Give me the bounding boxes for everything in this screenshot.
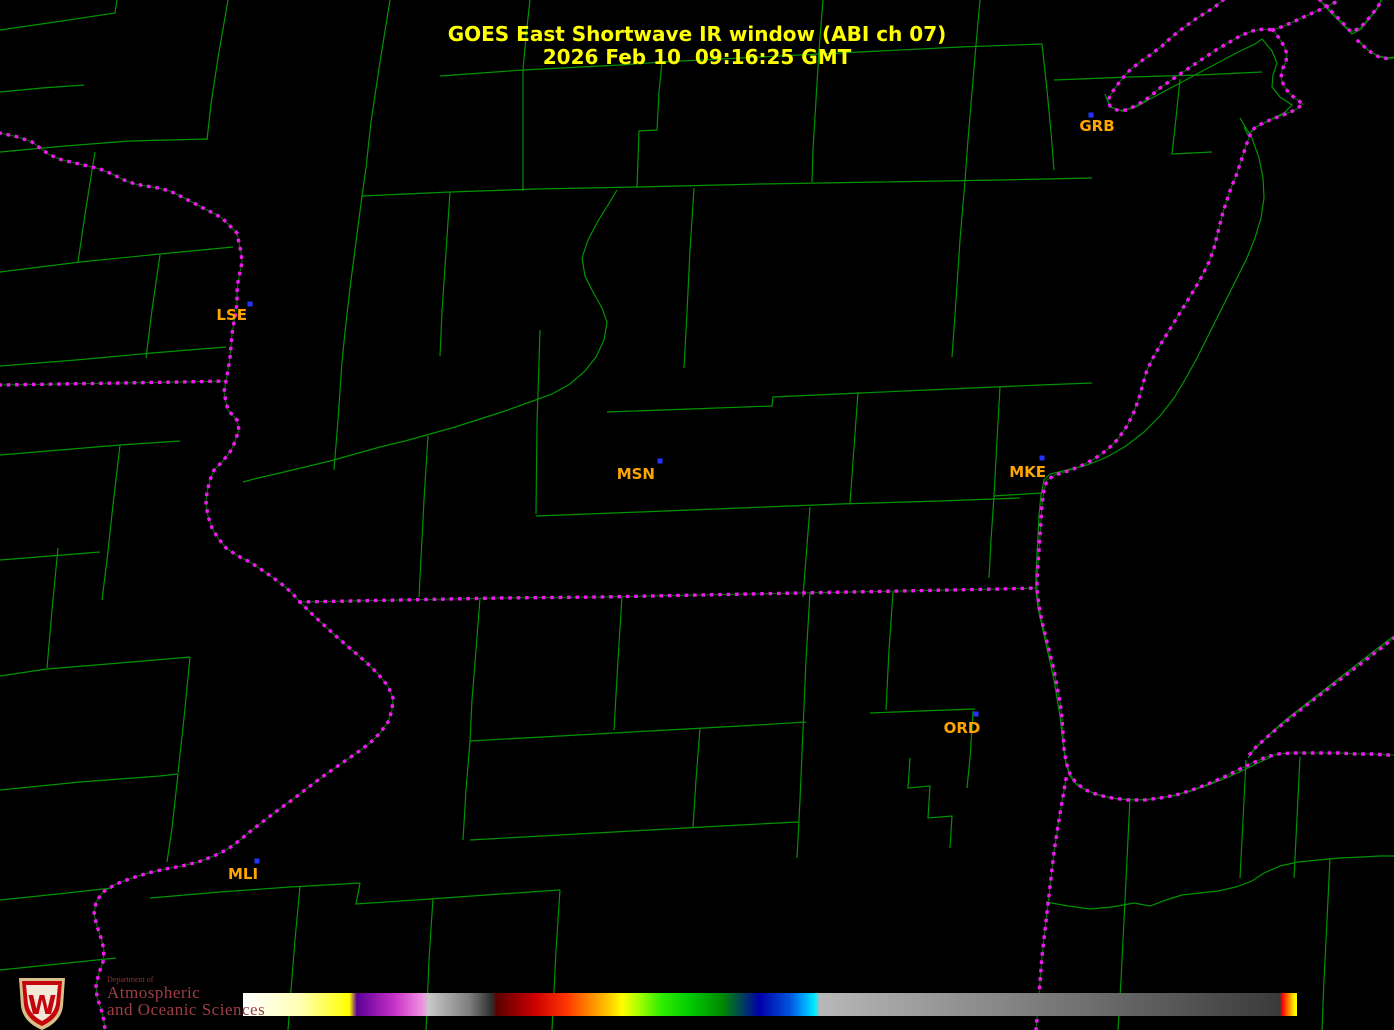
logo-text-block: Department of Atmospheric and Oceanic Sc… <box>107 976 265 1018</box>
logo-line1: Atmospheric <box>107 984 265 1001</box>
station-label-lse: LSE <box>216 306 247 324</box>
station-marker-msn <box>658 459 663 464</box>
station-label-mli: MLI <box>228 865 258 883</box>
crest-w-letter: W <box>28 991 57 1021</box>
uw-crest-icon: W <box>5 976 79 1030</box>
station-label-msn: MSN <box>617 465 655 483</box>
temperature-colorbar <box>243 993 1297 1016</box>
goes-ir-map: GRB LSE MSN MKE ORD MLI GOES East Shortwave I… <box>0 0 1394 1030</box>
uw-aos-logo: W Department of Atmospheric and Oceanic … <box>5 976 265 1030</box>
station-marker-ord <box>974 712 979 717</box>
image-title: GOES East Shortwave IR window (ABI ch 07… <box>448 22 947 46</box>
station-label-grb: GRB <box>1079 117 1114 135</box>
station-marker-mli <box>255 859 260 864</box>
station-marker-lse <box>248 302 253 307</box>
station-marker-mke <box>1040 456 1045 461</box>
image-timestamp: 2026 Feb 10 09:16:25 GMT <box>543 45 852 69</box>
station-label-ord: ORD <box>944 719 981 737</box>
logo-line2: and Oceanic Sciences <box>107 1001 265 1018</box>
station-label-mke: MKE <box>1009 463 1046 481</box>
satellite-image-viewport: GRB LSE MSN MKE ORD MLI GOES East Shortwave I… <box>0 0 1394 1030</box>
ir-image-background <box>0 0 1394 1030</box>
